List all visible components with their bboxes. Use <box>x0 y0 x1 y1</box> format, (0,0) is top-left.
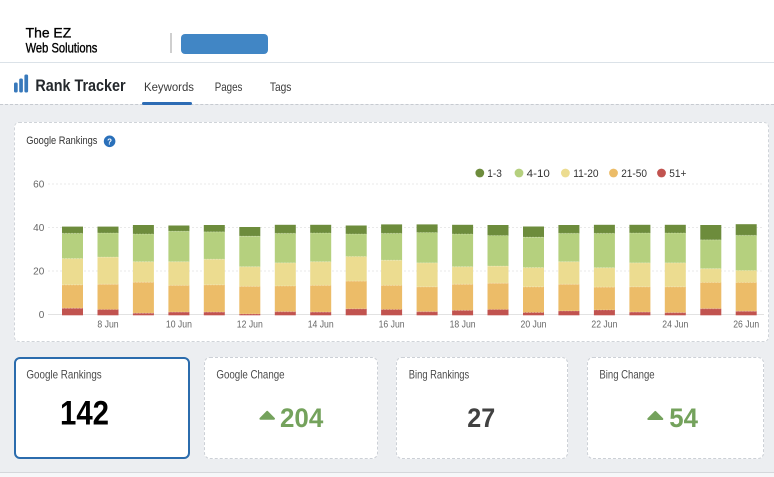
svg-text:60: 60 <box>33 180 45 191</box>
svg-text:26 Jun: 26 Jun <box>733 320 759 331</box>
svg-text:Pages: Pages <box>215 80 243 94</box>
svg-text:27: 27 <box>467 403 495 433</box>
svg-text:20 Jun: 20 Jun <box>521 320 547 331</box>
svg-text:Keywords: Keywords <box>144 80 194 94</box>
svg-text:Web Solutions: Web Solutions <box>26 40 98 55</box>
svg-text:?: ? <box>107 137 112 146</box>
svg-text:10 Jun: 10 Jun <box>166 320 192 331</box>
svg-text:21-50: 21-50 <box>621 168 647 180</box>
svg-text:204: 204 <box>280 403 323 433</box>
svg-text:The EZ: The EZ <box>26 25 72 40</box>
svg-text:14 Jun: 14 Jun <box>308 320 334 331</box>
svg-text:Bing Rankings: Bing Rankings <box>409 367 469 381</box>
svg-text:8 Jun: 8 Jun <box>97 320 118 331</box>
svg-text:Tags: Tags <box>270 80 292 94</box>
svg-text:40: 40 <box>33 223 45 234</box>
svg-text:Rank Tracker: Rank Tracker <box>35 77 126 95</box>
svg-text:22 Jun: 22 Jun <box>591 320 617 331</box>
svg-text:54: 54 <box>669 403 698 433</box>
svg-text:4-10: 4-10 <box>527 168 550 180</box>
svg-text:Google Change: Google Change <box>216 367 285 381</box>
svg-text:Google Rankings: Google Rankings <box>26 367 101 381</box>
svg-text:12 Jun: 12 Jun <box>237 320 263 331</box>
svg-text:142: 142 <box>60 395 109 433</box>
svg-text:1-3: 1-3 <box>487 168 502 180</box>
svg-text:0: 0 <box>39 310 45 321</box>
svg-text:Google Rankings: Google Rankings <box>26 135 97 147</box>
svg-text:20: 20 <box>33 267 45 278</box>
svg-text:51+: 51+ <box>669 168 686 180</box>
svg-text:11-20: 11-20 <box>573 168 598 180</box>
svg-text:18 Jun: 18 Jun <box>450 320 476 331</box>
svg-text:16 Jun: 16 Jun <box>379 320 405 331</box>
svg-text:24 Jun: 24 Jun <box>662 320 688 331</box>
svg-text:Bing Change: Bing Change <box>599 367 655 381</box>
